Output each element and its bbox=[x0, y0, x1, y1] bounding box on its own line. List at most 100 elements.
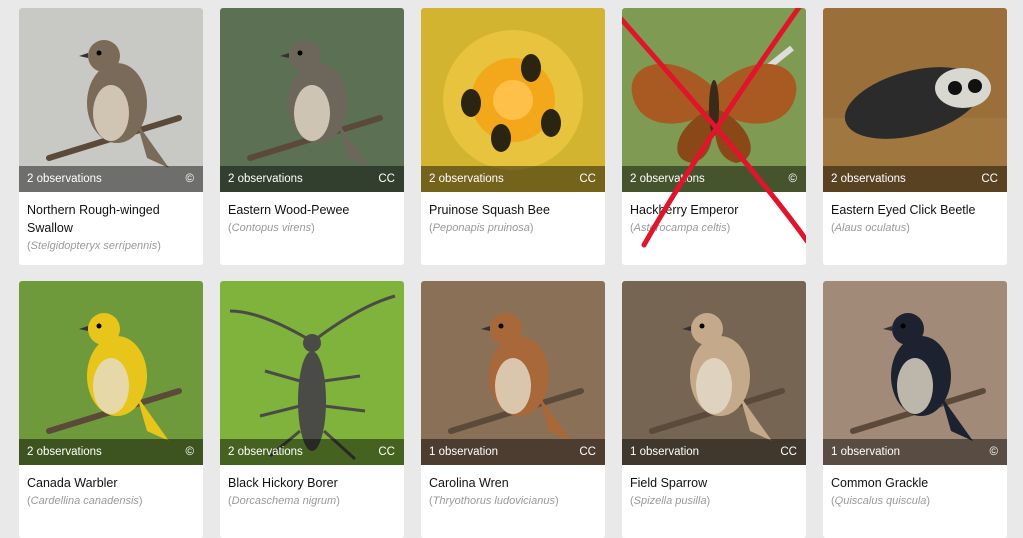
species-names: Common Grackle (Quiscalus quiscula) bbox=[823, 465, 1007, 509]
observation-count: 2 observations bbox=[630, 173, 705, 185]
scientific-name: (Peponapis pruinosa) bbox=[429, 222, 534, 234]
common-name[interactable]: Common Grackle bbox=[831, 474, 998, 492]
observation-count: 2 observations bbox=[27, 446, 102, 458]
observation-overlay: 2 observations © bbox=[19, 166, 203, 192]
scientific-name-text: Asterocampa celtis bbox=[633, 222, 727, 234]
scientific-name-text: Dorcaschema nigrum bbox=[231, 495, 337, 507]
species-photo[interactable]: 2 observations © bbox=[622, 8, 806, 192]
species-card[interactable]: 1 observation CC Field Sparrow (Spizella pu… bbox=[622, 281, 806, 538]
species-card[interactable]: 2 observations © Hackberry Emperor (Asteroc… bbox=[622, 8, 806, 265]
common-name[interactable]: Carolina Wren bbox=[429, 474, 596, 492]
observation-overlay: 1 observation © bbox=[823, 439, 1007, 465]
common-name[interactable]: Northern Rough-winged Swallow bbox=[27, 201, 194, 237]
species-names: Field Sparrow (Spizella pusilla) bbox=[622, 465, 806, 509]
species-names: Eastern Eyed Click Beetle (Alaus oculatus… bbox=[823, 192, 1007, 236]
species-card[interactable]: 2 observations CC Black Hickory Borer (Dorc… bbox=[220, 281, 404, 538]
observation-overlay: 2 observations CC bbox=[421, 166, 605, 192]
species-photo-image bbox=[823, 281, 1007, 465]
scientific-name-text: Peponapis pruinosa bbox=[432, 222, 530, 234]
observation-overlay: 2 observations CC bbox=[220, 439, 404, 465]
common-name[interactable]: Field Sparrow bbox=[630, 474, 797, 492]
scientific-name: (Stelgidopteryx serripennis) bbox=[27, 240, 161, 252]
scientific-name: (Cardellina canadensis) bbox=[27, 495, 143, 507]
species-photo-image bbox=[220, 281, 404, 465]
license-badge[interactable]: © bbox=[186, 173, 194, 185]
observation-count: 2 observations bbox=[429, 173, 504, 185]
license-badge[interactable]: © bbox=[990, 446, 998, 458]
common-name[interactable]: Canada Warbler bbox=[27, 474, 194, 492]
scientific-name: (Contopus virens) bbox=[228, 222, 315, 234]
observation-overlay: 2 observations © bbox=[19, 439, 203, 465]
species-photo-image bbox=[421, 281, 605, 465]
scientific-name: (Alaus oculatus) bbox=[831, 222, 910, 234]
species-photo[interactable]: 1 observation CC bbox=[421, 281, 605, 465]
common-name[interactable]: Eastern Wood-Pewee bbox=[228, 201, 395, 219]
license-badge[interactable]: CC bbox=[378, 173, 395, 185]
species-photo[interactable]: 2 observations CC bbox=[421, 8, 605, 192]
license-badge[interactable]: © bbox=[186, 446, 194, 458]
species-photo[interactable]: 1 observation © bbox=[823, 281, 1007, 465]
species-card[interactable]: 1 observation © Common Grackle (Quiscalus q… bbox=[823, 281, 1007, 538]
license-badge[interactable]: © bbox=[789, 173, 797, 185]
species-photo-image bbox=[622, 8, 806, 192]
scientific-name-text: Spizella pusilla bbox=[633, 495, 707, 507]
species-names: Canada Warbler (Cardellina canadensis) bbox=[19, 465, 203, 509]
observation-count: 2 observations bbox=[228, 446, 303, 458]
scientific-name-text: Quiscalus quiscula bbox=[834, 495, 927, 507]
observation-count: 1 observation bbox=[831, 446, 901, 458]
scientific-name-text: Contopus virens bbox=[231, 222, 312, 234]
common-name[interactable]: Eastern Eyed Click Beetle bbox=[831, 201, 998, 219]
species-photo-image bbox=[19, 281, 203, 465]
species-photo-image bbox=[421, 8, 605, 192]
observation-overlay: 1 observation CC bbox=[622, 439, 806, 465]
observation-overlay: 2 observations CC bbox=[220, 166, 404, 192]
scientific-name: (Spizella pusilla) bbox=[630, 495, 711, 507]
species-photo-image bbox=[19, 8, 203, 192]
license-badge[interactable]: CC bbox=[780, 446, 797, 458]
species-names: Eastern Wood-Pewee (Contopus virens) bbox=[220, 192, 404, 236]
license-badge[interactable]: CC bbox=[981, 173, 998, 185]
scientific-name-text: Alaus oculatus bbox=[834, 222, 907, 234]
species-card[interactable]: 2 observations CC Eastern Wood-Pewee (Conto… bbox=[220, 8, 404, 265]
scientific-name-text: Thryothorus ludovicianus bbox=[432, 495, 555, 507]
observation-count: 2 observations bbox=[831, 173, 906, 185]
scientific-name: (Asterocampa celtis) bbox=[630, 222, 731, 234]
scientific-name: (Dorcaschema nigrum) bbox=[228, 495, 340, 507]
common-name[interactable]: Pruinose Squash Bee bbox=[429, 201, 596, 219]
common-name[interactable]: Hackberry Emperor bbox=[630, 201, 797, 219]
species-photo-image bbox=[220, 8, 404, 192]
license-badge[interactable]: CC bbox=[579, 446, 596, 458]
species-photo[interactable]: 2 observations © bbox=[19, 281, 203, 465]
observation-overlay: 2 observations © bbox=[622, 166, 806, 192]
observation-overlay: 2 observations CC bbox=[823, 166, 1007, 192]
observation-overlay: 1 observation CC bbox=[421, 439, 605, 465]
species-names: Carolina Wren (Thryothorus ludovicianus) bbox=[421, 465, 605, 509]
scientific-name: (Quiscalus quiscula) bbox=[831, 495, 931, 507]
license-badge[interactable]: CC bbox=[378, 446, 395, 458]
species-names: Pruinose Squash Bee (Peponapis pruinosa) bbox=[421, 192, 605, 236]
species-grid: 2 observations © Northern Rough-winged Swa… bbox=[0, 0, 1023, 538]
species-names: Black Hickory Borer (Dorcaschema nigrum) bbox=[220, 465, 404, 509]
scientific-name-text: Cardellina canadensis bbox=[30, 495, 139, 507]
species-photo[interactable]: 1 observation CC bbox=[622, 281, 806, 465]
species-card[interactable]: 2 observations CC Eastern Eyed Click Beetl… bbox=[823, 8, 1007, 265]
species-names: Northern Rough-winged Swallow (Stelgidopt… bbox=[19, 192, 203, 254]
species-photo[interactable]: 2 observations CC bbox=[220, 8, 404, 192]
observation-count: 2 observations bbox=[27, 173, 102, 185]
species-photo[interactable]: 2 observations © bbox=[19, 8, 203, 192]
species-photo-image bbox=[622, 281, 806, 465]
species-card[interactable]: 2 observations CC Pruinose Squash Bee (Pepo… bbox=[421, 8, 605, 265]
species-photo[interactable]: 2 observations CC bbox=[220, 281, 404, 465]
observation-count: 1 observation bbox=[630, 446, 700, 458]
observation-count: 2 observations bbox=[228, 173, 303, 185]
license-badge[interactable]: CC bbox=[579, 173, 596, 185]
species-card[interactable]: 1 observation CC Carolina Wren (Thryothorus… bbox=[421, 281, 605, 538]
species-card[interactable]: 2 observations © Canada Warbler (Cardellina… bbox=[19, 281, 203, 538]
observation-count: 1 observation bbox=[429, 446, 499, 458]
common-name[interactable]: Black Hickory Borer bbox=[228, 474, 395, 492]
scientific-name: (Thryothorus ludovicianus) bbox=[429, 495, 559, 507]
species-photo[interactable]: 2 observations CC bbox=[823, 8, 1007, 192]
species-photo-image bbox=[823, 8, 1007, 192]
species-names: Hackberry Emperor (Asterocampa celtis) bbox=[622, 192, 806, 236]
species-card[interactable]: 2 observations © Northern Rough-winged Swa… bbox=[19, 8, 203, 265]
